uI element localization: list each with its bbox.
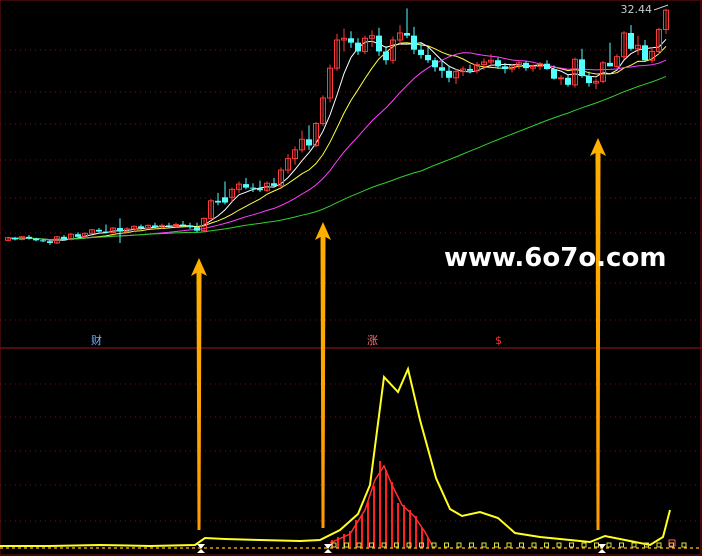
candle-body-down — [404, 32, 410, 36]
candle-body-down — [243, 184, 249, 188]
indicator-square — [506, 542, 512, 548]
candle-body-down — [446, 70, 452, 78]
candle-body-down — [47, 241, 53, 243]
watermark-text: www.6o7o.com — [444, 243, 666, 273]
indicator-square — [631, 542, 637, 548]
candle-body-down — [222, 197, 228, 203]
indicator-square — [606, 542, 612, 548]
candle-body-down — [26, 236, 32, 239]
candle-body-down — [33, 238, 39, 241]
candle-body-down — [628, 32, 634, 49]
candle-body-down — [117, 228, 123, 232]
candle-body-down — [271, 183, 277, 186]
candlestick-series — [5, 8, 669, 245]
candle-body-down — [579, 59, 585, 77]
indicator-square — [444, 542, 449, 548]
candle-body-down — [40, 240, 46, 242]
candle-body-down — [96, 229, 102, 232]
candle-body-down — [544, 63, 550, 70]
candle-body-down — [61, 236, 67, 240]
candle-body-down — [467, 69, 473, 71]
indicator-square — [619, 542, 624, 548]
indicator-square — [481, 542, 487, 548]
candle-body-down — [376, 35, 382, 52]
marker-cai: 财 — [91, 333, 102, 347]
candle-body-down — [138, 226, 144, 229]
candle-body-down — [166, 225, 172, 227]
indicator-square — [456, 542, 462, 548]
candle-body-down — [642, 45, 648, 61]
indicator-square — [681, 542, 687, 548]
indicator-square — [556, 542, 562, 548]
candle-body-down — [348, 38, 354, 43]
indicator-square — [469, 542, 474, 548]
indicator-square — [656, 542, 662, 548]
candle-body-down — [103, 231, 109, 233]
candle-body-down — [12, 237, 18, 240]
indicator-square — [544, 542, 549, 548]
candle-body-down — [306, 139, 312, 146]
indicator-square — [494, 542, 499, 548]
ma60-line — [7, 75, 667, 241]
indicator-square — [581, 542, 587, 548]
candle-body-down — [250, 187, 256, 189]
indicator-signal-glyph — [598, 544, 606, 553]
candle-body-down — [180, 224, 186, 226]
indicator-square — [369, 542, 374, 548]
candle-body-down — [425, 54, 431, 61]
indicator-square — [569, 542, 574, 548]
signal-arrow — [191, 258, 207, 530]
candle-body-down — [607, 62, 613, 67]
indicator-square — [344, 542, 349, 548]
candle-body-down — [187, 225, 193, 228]
candle-body-down — [565, 77, 571, 85]
indicator-square — [431, 542, 437, 548]
indicator-square — [356, 542, 362, 548]
signal-arrows — [191, 138, 606, 530]
candle-body-down — [383, 51, 389, 61]
chart-canvas: 32.44 www.6o7o.com 财 涨 $ — [0, 0, 702, 556]
candle-body-down — [551, 69, 557, 79]
signal-arrow — [315, 222, 331, 528]
marker-zhang: 涨 — [367, 334, 378, 347]
signal-arrow — [590, 138, 606, 530]
candle-body-down — [411, 35, 417, 50]
candle-body-down — [439, 67, 445, 71]
ma10-line — [7, 42, 667, 241]
candle-body-down — [523, 62, 529, 69]
candle-body-down — [495, 60, 501, 67]
candle-body-down — [418, 49, 424, 55]
candle-body-down — [502, 66, 508, 70]
indicator-yellow-line — [0, 365, 671, 548]
candle-body-down — [75, 234, 81, 237]
indicator-square — [531, 542, 537, 548]
candle-body-down — [257, 188, 263, 191]
candle-body-down — [152, 225, 158, 228]
candle-body-down — [355, 42, 361, 52]
candle-body-down — [215, 200, 221, 203]
candle-body-up — [558, 77, 564, 80]
price-label: 32.44 — [621, 3, 653, 16]
candle-body-down — [432, 60, 438, 68]
candle-body-down — [194, 227, 200, 231]
marker-dollar: $ — [495, 334, 502, 347]
indicator-square — [519, 542, 524, 548]
candle-body-down — [586, 76, 592, 84]
indicator-square — [594, 542, 599, 548]
